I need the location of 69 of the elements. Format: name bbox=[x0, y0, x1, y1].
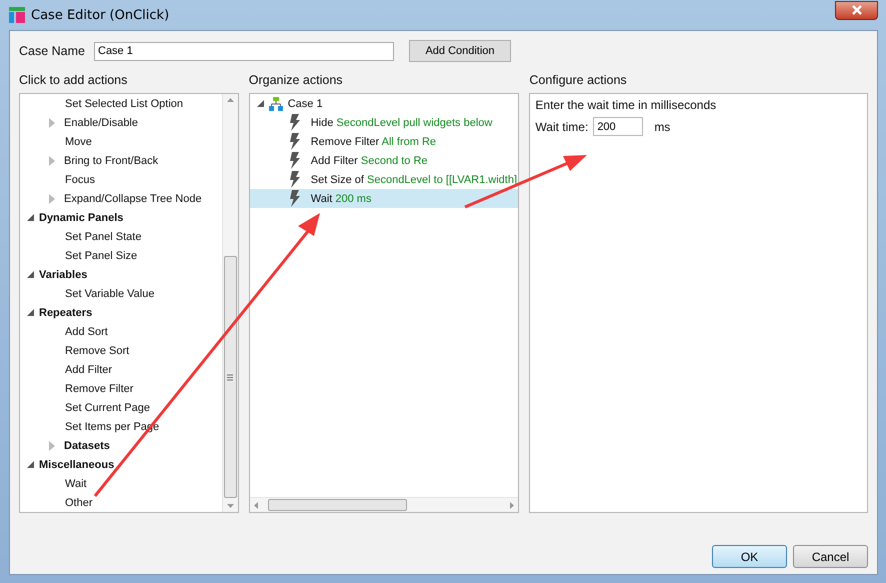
action-item[interactable]: Wait bbox=[65, 478, 87, 490]
panel-heading: Organize actions bbox=[248, 73, 344, 87]
action-row[interactable]: Wait 200 ms bbox=[250, 189, 518, 208]
case-name-label: Case Name bbox=[19, 44, 85, 58]
action-item[interactable]: Set Panel State bbox=[65, 230, 142, 242]
action-item[interactable]: Datasets bbox=[64, 440, 110, 452]
lightning-bolt-icon bbox=[288, 152, 301, 169]
wait-time-label: Wait time: bbox=[535, 120, 588, 134]
expanded-triangle-icon[interactable] bbox=[27, 461, 34, 468]
action-item[interactable]: Focus bbox=[65, 174, 95, 186]
expanded-triangle-icon[interactable] bbox=[27, 271, 34, 278]
vertical-scrollbar[interactable] bbox=[222, 94, 238, 512]
action-item[interactable]: Set Variable Value bbox=[65, 288, 154, 300]
hierarchy-icon bbox=[268, 96, 283, 110]
collapsed-triangle-icon[interactable] bbox=[49, 440, 55, 450]
horizontal-scrollbar[interactable] bbox=[250, 497, 518, 512]
panel-heading: Click to add actions bbox=[19, 73, 128, 87]
category-item[interactable]: Variables bbox=[39, 268, 88, 280]
action-row[interactable]: Add Filter Second to Re bbox=[250, 151, 518, 170]
scroll-down-arrow-icon[interactable] bbox=[226, 504, 234, 508]
action-item[interactable]: Move bbox=[65, 136, 92, 148]
unit-label: ms bbox=[654, 120, 670, 134]
collapsed-triangle-icon[interactable] bbox=[49, 156, 55, 166]
expanded-triangle-icon[interactable] bbox=[27, 214, 34, 221]
category-item[interactable]: Repeaters bbox=[39, 306, 92, 318]
case-item[interactable]: Case 1 bbox=[288, 98, 323, 110]
action-text: Wait 200 ms bbox=[310, 192, 372, 204]
add-condition-button[interactable]: Add Condition bbox=[409, 40, 511, 62]
action-text: Add Filter Second to Re bbox=[310, 154, 428, 166]
panel-heading: Configure actions bbox=[529, 73, 628, 87]
action-text: Set Size of SecondLevel to [[LVAR1.width] bbox=[310, 174, 518, 186]
lightning-bolt-icon bbox=[288, 190, 301, 207]
close-icon bbox=[852, 5, 862, 15]
action-item[interactable]: Expand/Collapse Tree Node bbox=[64, 192, 202, 204]
grip-icon[interactable] bbox=[227, 374, 234, 380]
action-item[interactable]: Set Panel Size bbox=[65, 250, 138, 262]
action-item[interactable]: Other bbox=[65, 496, 93, 508]
action-row[interactable]: Remove Filter All from Re bbox=[250, 132, 518, 151]
lightning-bolt-icon bbox=[288, 133, 301, 150]
action-item[interactable]: Bring to Front/Back bbox=[64, 154, 158, 166]
action-item[interactable]: Enable/Disable bbox=[64, 116, 138, 128]
action-text: Hide SecondLevel pull widgets below bbox=[310, 116, 492, 128]
close-button[interactable] bbox=[835, 0, 878, 20]
instruction-text: Enter the wait time in milliseconds bbox=[535, 98, 718, 112]
scroll-left-arrow-icon[interactable] bbox=[254, 502, 258, 508]
lightning-bolt-icon bbox=[288, 114, 301, 131]
action-item[interactable]: Remove Sort bbox=[65, 344, 130, 356]
wait-time-field[interactable]: 200 bbox=[593, 117, 644, 136]
window-title: Case Editor (OnClick) bbox=[31, 8, 170, 22]
action-row[interactable]: Set Size of SecondLevel to [[LVAR1.width] bbox=[250, 170, 518, 189]
action-item[interactable]: Add Filter bbox=[65, 364, 112, 376]
action-item[interactable]: Set Selected List Option bbox=[65, 98, 184, 110]
category-item[interactable]: Miscellaneous bbox=[39, 458, 114, 470]
collapsed-triangle-icon[interactable] bbox=[49, 118, 55, 128]
collapsed-triangle-icon[interactable] bbox=[49, 194, 55, 204]
cancel-button[interactable]: Cancel bbox=[793, 545, 868, 568]
action-item[interactable]: Set Current Page bbox=[65, 402, 150, 414]
action-item[interactable]: Remove Filter bbox=[65, 382, 134, 394]
action-text: Remove Filter All from Re bbox=[310, 136, 436, 148]
case-name-field[interactable]: Case 1 bbox=[94, 42, 394, 60]
scroll-up-arrow-icon[interactable] bbox=[226, 98, 234, 102]
ok-button[interactable]: OK bbox=[712, 545, 787, 568]
category-item[interactable]: Dynamic Panels bbox=[39, 212, 124, 224]
expanded-triangle-icon[interactable] bbox=[27, 309, 34, 316]
action-item[interactable]: Add Sort bbox=[65, 326, 108, 338]
lightning-bolt-icon bbox=[288, 171, 301, 188]
action-row[interactable]: Hide SecondLevel pull widgets below bbox=[250, 113, 518, 132]
scroll-right-arrow-icon[interactable] bbox=[510, 502, 514, 508]
app-logo-icon bbox=[9, 7, 25, 23]
